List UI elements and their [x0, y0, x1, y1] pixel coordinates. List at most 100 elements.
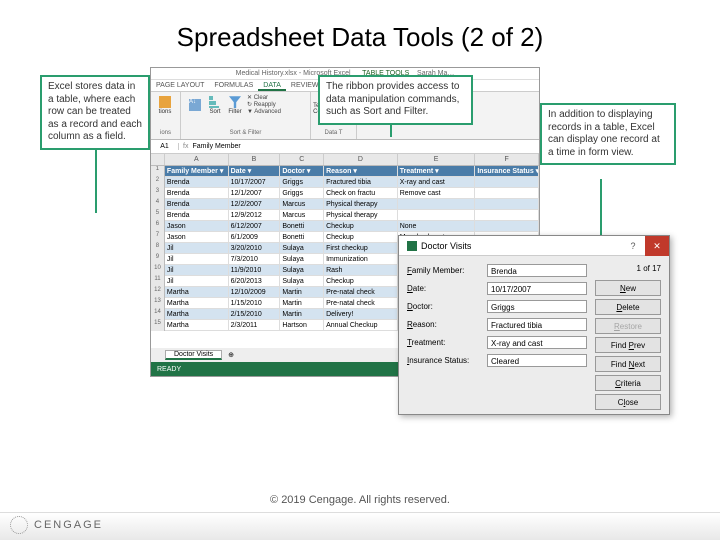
cell[interactable]: Martha: [165, 320, 229, 331]
cell[interactable]: [475, 199, 539, 210]
cell[interactable]: Martha: [165, 298, 229, 309]
advanced-filter[interactable]: ▼ Advanced: [247, 109, 281, 116]
cell[interactable]: Sulaya: [280, 243, 324, 254]
table-row[interactable]: 3Brenda12/1/2007GriggsCheck on fractuRem…: [151, 188, 539, 199]
form-input[interactable]: Fractured tibia: [487, 318, 587, 331]
cell[interactable]: 12/9/2012: [229, 210, 281, 221]
tab-data[interactable]: DATA: [258, 80, 286, 91]
cell[interactable]: 3/20/2010: [229, 243, 281, 254]
cell[interactable]: Bonetti: [280, 221, 324, 232]
cell[interactable]: 7/3/2010: [229, 254, 281, 265]
table-header[interactable]: Date ▾: [229, 166, 281, 177]
cell[interactable]: Checkup: [324, 232, 398, 243]
cell[interactable]: Martin: [280, 298, 324, 309]
cell[interactable]: Jil: [165, 243, 229, 254]
cell[interactable]: 12/2/2007: [229, 199, 281, 210]
sort-button[interactable]: Sort: [207, 96, 223, 116]
cell[interactable]: 2/3/2011: [229, 320, 281, 331]
table-row[interactable]: 5Brenda12/9/2012MarcusPhysical therapy: [151, 210, 539, 221]
cell[interactable]: Sulaya: [280, 254, 324, 265]
cell[interactable]: Rash: [324, 265, 398, 276]
form-input[interactable]: X-ray and cast: [487, 336, 587, 349]
cell[interactable]: Annual Checkup: [324, 320, 398, 331]
cell[interactable]: Bonetti: [280, 232, 324, 243]
cell[interactable]: [398, 210, 476, 221]
cell[interactable]: [475, 177, 539, 188]
cell[interactable]: Griggs: [280, 188, 324, 199]
fx-icon[interactable]: fx: [179, 143, 192, 150]
cell[interactable]: Brenda: [165, 188, 229, 199]
form-input[interactable]: Griggs: [487, 300, 587, 313]
table-header[interactable]: Reason ▾: [324, 166, 398, 177]
name-box[interactable]: A1: [151, 143, 179, 150]
delete-button[interactable]: Delete: [595, 299, 661, 315]
help-icon[interactable]: ?: [621, 236, 645, 256]
filter-button[interactable]: Filter: [227, 96, 243, 116]
cell[interactable]: Martha: [165, 309, 229, 320]
col-header[interactable]: F: [475, 154, 539, 165]
reapply-filter[interactable]: ↻ Reapply: [247, 102, 281, 109]
restore-button[interactable]: Restore: [595, 318, 661, 334]
cell[interactable]: Sulaya: [280, 276, 324, 287]
cell[interactable]: Fractured tibia: [324, 177, 398, 188]
table-header[interactable]: Family Member ▾: [165, 166, 229, 177]
col-header[interactable]: A: [165, 154, 229, 165]
cell[interactable]: Sulaya: [280, 265, 324, 276]
cell[interactable]: Check on fractu: [324, 188, 398, 199]
cell[interactable]: 11/9/2010: [229, 265, 281, 276]
table-header[interactable]: Doctor ▾: [280, 166, 324, 177]
criteria-button[interactable]: Criteria: [595, 375, 661, 391]
sheet-tab[interactable]: Doctor Visits: [165, 350, 222, 360]
form-input[interactable]: Brenda: [487, 264, 587, 277]
cell[interactable]: Martha: [165, 287, 229, 298]
cell[interactable]: 12/1/2007: [229, 188, 281, 199]
cell[interactable]: Hartson: [280, 320, 324, 331]
find-next-button[interactable]: Find Next: [595, 356, 661, 372]
find-prev-button[interactable]: Find Prev: [595, 337, 661, 353]
table-header[interactable]: Treatment ▾: [398, 166, 476, 177]
cell[interactable]: Jil: [165, 265, 229, 276]
col-header[interactable]: B: [229, 154, 281, 165]
close-button[interactable]: Close: [595, 394, 661, 410]
cell[interactable]: Physical therapy: [324, 199, 398, 210]
cell[interactable]: Brenda: [165, 210, 229, 221]
cell[interactable]: Physical therapy: [324, 210, 398, 221]
cell[interactable]: [475, 188, 539, 199]
sort-az-icon[interactable]: A↓: [187, 96, 203, 116]
cell[interactable]: 6/12/2007: [229, 221, 281, 232]
cell[interactable]: Marcus: [280, 210, 324, 221]
cell[interactable]: Checkup: [324, 276, 398, 287]
cell[interactable]: X-ray and cast: [398, 177, 476, 188]
cell[interactable]: [475, 210, 539, 221]
cell[interactable]: Martin: [280, 309, 324, 320]
new-sheet-icon[interactable]: ⊕: [228, 351, 234, 359]
cell[interactable]: Griggs: [280, 177, 324, 188]
col-header[interactable]: D: [324, 154, 398, 165]
cell[interactable]: [398, 199, 476, 210]
tab-formulas[interactable]: FORMULAS: [209, 80, 258, 91]
cell[interactable]: Brenda: [165, 177, 229, 188]
cell[interactable]: 10/17/2007: [229, 177, 281, 188]
formula-value[interactable]: Family Member: [192, 143, 240, 150]
table-row[interactable]: 6Jason6/12/2007BonettiCheckupNone: [151, 221, 539, 232]
cell[interactable]: 6/20/2013: [229, 276, 281, 287]
cell[interactable]: Pre-natal check: [324, 298, 398, 309]
cell[interactable]: [475, 221, 539, 232]
tab-page-layout[interactable]: PAGE LAYOUT: [151, 80, 209, 91]
form-input[interactable]: 10/17/2007: [487, 282, 587, 295]
table-row[interactable]: 4Brenda12/2/2007MarcusPhysical therapy: [151, 199, 539, 210]
cell[interactable]: 2/15/2010: [229, 309, 281, 320]
cell[interactable]: 6/1/2009: [229, 232, 281, 243]
cell[interactable]: Immunization: [324, 254, 398, 265]
cell[interactable]: 1/15/2010: [229, 298, 281, 309]
cell[interactable]: Jason: [165, 232, 229, 243]
cell[interactable]: Remove cast: [398, 188, 476, 199]
new-button[interactable]: New: [595, 280, 661, 296]
cell[interactable]: Delivery!: [324, 309, 398, 320]
cell[interactable]: Jil: [165, 276, 229, 287]
close-icon[interactable]: ✕: [645, 236, 669, 256]
cell[interactable]: Checkup: [324, 221, 398, 232]
col-header[interactable]: E: [398, 154, 476, 165]
cell[interactable]: Brenda: [165, 199, 229, 210]
cell[interactable]: 12/10/2009: [229, 287, 281, 298]
